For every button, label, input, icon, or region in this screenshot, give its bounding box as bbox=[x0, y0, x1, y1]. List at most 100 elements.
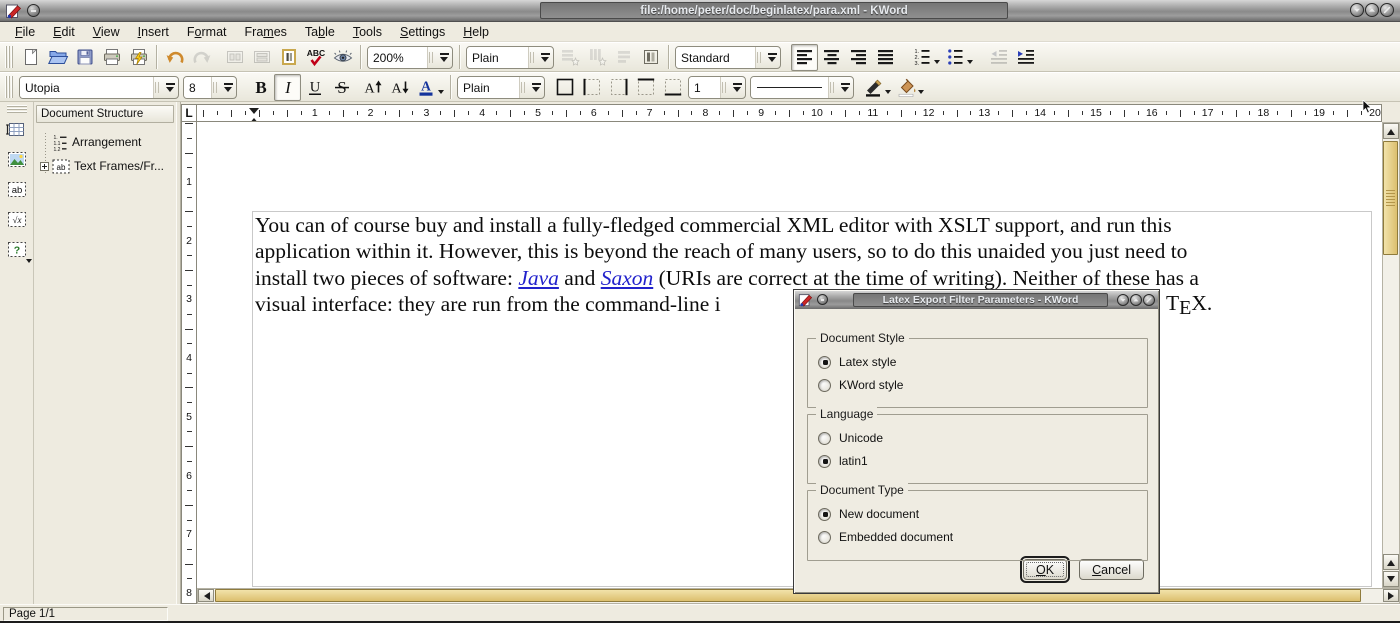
spellcheck-button[interactable]: ABC bbox=[302, 44, 329, 71]
tree-item-text-frames-fr[interactable]: abText Frames/Fr... bbox=[40, 154, 174, 178]
scroll-up-button-2[interactable] bbox=[1383, 554, 1399, 570]
menu-frames[interactable]: Frames bbox=[236, 23, 296, 41]
frame-style-combo[interactable]: Plain bbox=[457, 76, 545, 99]
border-width-combo[interactable]: 1 bbox=[688, 76, 746, 99]
border-color-button[interactable] bbox=[860, 74, 893, 101]
toolbar-handle[interactable] bbox=[5, 46, 14, 68]
ruler-number: 16 bbox=[1146, 107, 1158, 119]
dialog-sticky-button[interactable] bbox=[817, 294, 828, 305]
cancel-button[interactable]: Cancel bbox=[1079, 559, 1144, 580]
radio-new-document[interactable]: New document bbox=[818, 505, 919, 523]
align-left-button[interactable] bbox=[791, 44, 818, 71]
horizontal-scrollbar-thumb[interactable] bbox=[215, 589, 1361, 602]
align-center-button[interactable] bbox=[818, 44, 845, 71]
border-line-style-combo[interactable] bbox=[750, 76, 854, 99]
insert-object-button[interactable]: ? bbox=[3, 238, 31, 266]
bold-button[interactable]: B bbox=[247, 74, 274, 101]
insert-formula-icon: √x bbox=[5, 208, 29, 237]
toolbar-handle[interactable] bbox=[7, 105, 27, 113]
menu-format[interactable]: Format bbox=[178, 23, 236, 41]
insert-table-button[interactable] bbox=[3, 118, 31, 146]
scroll-left-button[interactable] bbox=[198, 589, 214, 602]
minimize-button[interactable] bbox=[1350, 3, 1364, 17]
radio-unicode[interactable]: Unicode bbox=[818, 429, 883, 447]
link-saxon[interactable]: Saxon bbox=[601, 266, 654, 290]
font-color-button[interactable]: A bbox=[413, 74, 446, 101]
text-segment: application within it. However, this is … bbox=[255, 239, 1187, 263]
scroll-right-button[interactable] bbox=[1383, 589, 1399, 602]
menu-edit[interactable]: Edit bbox=[44, 23, 84, 41]
dialog-titlebar[interactable]: Latex Export Filter Parameters - KWord bbox=[795, 291, 1158, 309]
align-justify-button[interactable] bbox=[872, 44, 899, 71]
maximize-button[interactable] bbox=[1365, 3, 1379, 17]
radio-embedded-document[interactable]: Embedded document bbox=[818, 528, 953, 546]
new-document-button[interactable] bbox=[17, 44, 44, 71]
zoom-combo[interactable]: 200% bbox=[367, 46, 453, 69]
tab-stop-combo[interactable]: Standard bbox=[675, 46, 781, 69]
strikethrough-button[interactable]: S bbox=[328, 74, 355, 101]
paragraph-style-combo[interactable]: Plain bbox=[466, 46, 554, 69]
toolbar-handle[interactable] bbox=[5, 76, 14, 98]
scroll-down-button[interactable] bbox=[1383, 571, 1399, 587]
close-button[interactable] bbox=[1143, 294, 1155, 306]
maximize-button[interactable] bbox=[1130, 294, 1142, 306]
menu-view[interactable]: View bbox=[84, 23, 129, 41]
background-color-button[interactable] bbox=[893, 74, 926, 101]
save-button[interactable] bbox=[71, 44, 98, 71]
print-preview-button[interactable] bbox=[98, 44, 125, 71]
border-top-button[interactable] bbox=[632, 74, 659, 101]
minimize-button[interactable] bbox=[1117, 294, 1129, 306]
border-bottom-button[interactable] bbox=[659, 74, 686, 101]
ruler-tick bbox=[1082, 111, 1083, 115]
tab-type-selector[interactable]: L bbox=[181, 104, 197, 122]
underline-button[interactable]: U bbox=[301, 74, 328, 101]
border-left-button[interactable] bbox=[578, 74, 605, 101]
vertical-scrollbar-thumb[interactable] bbox=[1383, 141, 1398, 255]
document-canvas[interactable]: You can of course buy and install a full… bbox=[197, 122, 1382, 588]
horizontal-ruler[interactable]: 1234567891011121314151617181920 bbox=[197, 104, 1382, 122]
radio-kword-style[interactable]: KWord style bbox=[818, 376, 903, 394]
border-right-button[interactable] bbox=[605, 74, 632, 101]
decrease-fontsize-button[interactable]: A bbox=[386, 74, 413, 101]
tree-item-arrangement[interactable]: 1.1.11.2Arrangement bbox=[40, 130, 174, 154]
menu-file[interactable]: File bbox=[6, 23, 44, 41]
preview-button[interactable] bbox=[329, 44, 356, 71]
increase-indent-button[interactable] bbox=[1012, 44, 1039, 71]
ok-button[interactable]: OK bbox=[1023, 559, 1067, 580]
vertical-scrollbar[interactable] bbox=[1382, 122, 1400, 588]
align-right-button[interactable] bbox=[845, 44, 872, 71]
group-title: Language bbox=[816, 407, 877, 421]
menu-help[interactable]: Help bbox=[454, 23, 498, 41]
insert-textframe-button[interactable]: ab bbox=[3, 178, 31, 206]
menu-tools[interactable]: Tools bbox=[344, 23, 391, 41]
numbered-list-button[interactable]: 1.2.3. bbox=[909, 44, 942, 71]
radio-latex-style[interactable]: Latex style bbox=[818, 353, 896, 371]
sticky-button[interactable] bbox=[27, 4, 40, 17]
undo-button[interactable] bbox=[161, 44, 188, 71]
menu-table[interactable]: Table bbox=[296, 23, 344, 41]
ruler-tick bbox=[496, 111, 497, 115]
menu-settings[interactable]: Settings bbox=[391, 23, 454, 41]
bullet-list-button[interactable] bbox=[942, 44, 975, 71]
menu-insert[interactable]: Insert bbox=[129, 23, 178, 41]
frame-borders-button[interactable] bbox=[275, 44, 302, 71]
titlebar[interactable]: file:/home/peter/doc/beginlatex/para.xml… bbox=[0, 0, 1400, 22]
italic-button[interactable]: I bbox=[274, 74, 301, 101]
font-family-combo[interactable]: Utopia bbox=[19, 76, 179, 99]
print-button[interactable] bbox=[125, 44, 152, 71]
link-java[interactable]: Java bbox=[518, 266, 559, 290]
close-button[interactable] bbox=[1380, 3, 1394, 17]
border-outline-button[interactable] bbox=[551, 74, 578, 101]
insert-formula-button[interactable]: √x bbox=[3, 208, 31, 236]
text-frame-icon: ab bbox=[52, 159, 70, 174]
vertical-ruler[interactable]: 12345678 bbox=[181, 122, 197, 604]
expander-plus-icon[interactable] bbox=[40, 162, 49, 171]
radio-latin1[interactable]: latin1 bbox=[818, 452, 868, 470]
columns-button[interactable] bbox=[637, 44, 664, 71]
increase-fontsize-button[interactable]: A bbox=[359, 74, 386, 101]
font-size-combo[interactable]: 8 bbox=[183, 76, 237, 99]
indent-marker[interactable] bbox=[249, 108, 259, 119]
open-button[interactable] bbox=[44, 44, 71, 71]
insert-picture-button[interactable] bbox=[3, 148, 31, 176]
scroll-up-button[interactable] bbox=[1383, 123, 1399, 139]
